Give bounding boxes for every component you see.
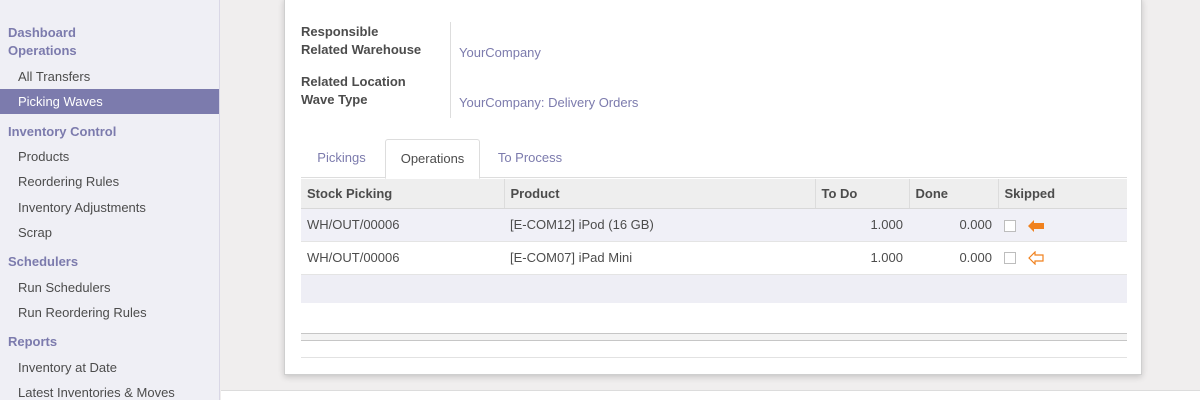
main-content: Responsible Related Warehouse YourCompan… <box>221 0 1200 400</box>
value-related-warehouse[interactable]: YourCompany <box>459 45 541 60</box>
sidebar-item-inventory-at-date[interactable]: Inventory at Date <box>0 355 219 380</box>
cell-skipped <box>998 208 1127 242</box>
tab-pickings[interactable]: Pickings <box>301 139 382 178</box>
sidebar-item-run-reordering-rules[interactable]: Run Reordering Rules <box>0 300 219 325</box>
value-wave-type[interactable]: YourCompany: Delivery Orders <box>459 95 638 110</box>
sidebar-item-reordering-rules[interactable]: Reordering Rules <box>0 169 219 194</box>
notebook-tabs: Pickings Operations To Process <box>301 139 1127 179</box>
bottom-strip <box>221 390 1200 400</box>
arrow-left-filled-icon[interactable] <box>1027 219 1044 232</box>
sidebar: Dashboard Operations All Transfers Picki… <box>0 0 220 400</box>
cell-done: 0.000 <box>909 208 998 242</box>
cell-stock-picking: WH/OUT/00006 <box>301 208 504 242</box>
table-row[interactable]: WH/OUT/00006 [E-COM07] iPad Mini 1.000 0… <box>301 241 1127 275</box>
skipped-checkbox[interactable] <box>1004 219 1016 232</box>
section-separator <box>301 333 1127 341</box>
table-footer-row <box>301 274 1127 303</box>
table-header-row: Stock Picking Product To Do Done Skipped <box>301 179 1127 209</box>
skipped-checkbox[interactable] <box>1004 252 1016 265</box>
operations-table: Stock Picking Product To Do Done Skipped… <box>301 179 1127 303</box>
arrow-left-outline-icon[interactable] <box>1027 251 1044 266</box>
cell-to-do: 1.000 <box>815 208 909 242</box>
form-sheet: Responsible Related Warehouse YourCompan… <box>284 0 1142 375</box>
table-footer-cell <box>301 274 1127 303</box>
label-related-location: Related Location <box>301 74 406 89</box>
cell-product: [E-COM12] iPod (16 GB) <box>504 208 815 242</box>
col-header-skipped[interactable]: Skipped <box>997 179 1127 209</box>
section-rule <box>301 357 1127 358</box>
col-header-product[interactable]: Product <box>503 179 815 209</box>
sidebar-item-all-transfers[interactable]: All Transfers <box>0 64 219 89</box>
sidebar-item-picking-waves[interactable]: Picking Waves <box>0 89 219 114</box>
sidebar-header-inventory-control[interactable]: Inventory Control <box>0 124 116 140</box>
sidebar-item-products[interactable]: Products <box>0 144 219 169</box>
cell-done: 0.000 <box>909 241 998 275</box>
tab-operations[interactable]: Operations <box>385 139 480 179</box>
label-related-warehouse: Related Warehouse <box>301 42 422 57</box>
sidebar-header-reports[interactable]: Reports <box>0 334 57 350</box>
cell-to-do: 1.000 <box>815 241 909 275</box>
col-header-done[interactable]: Done <box>908 179 998 209</box>
sidebar-item-run-schedulers[interactable]: Run Schedulers <box>0 275 219 300</box>
sidebar-header-operations[interactable]: Operations <box>0 43 77 59</box>
cell-stock-picking: WH/OUT/00006 <box>301 241 504 275</box>
sidebar-header-dashboard[interactable]: Dashboard <box>0 25 76 41</box>
tab-to-process[interactable]: To Process <box>483 139 577 178</box>
sidebar-item-inventory-adjustments[interactable]: Inventory Adjustments <box>0 195 219 220</box>
cell-skipped <box>998 241 1127 275</box>
cell-product: [E-COM07] iPad Mini <box>504 241 815 275</box>
sidebar-header-schedulers[interactable]: Schedulers <box>0 254 78 270</box>
label-wave-type: Wave Type <box>301 92 368 107</box>
field-divider <box>450 22 451 118</box>
sidebar-item-latest-inventories-moves[interactable]: Latest Inventories & Moves <box>0 380 219 400</box>
sidebar-item-scrap[interactable]: Scrap <box>0 220 219 245</box>
table-row[interactable]: WH/OUT/00006 [E-COM12] iPod (16 GB) 1.00… <box>301 208 1127 242</box>
col-header-stock-picking[interactable]: Stock Picking <box>301 179 504 209</box>
label-responsible: Responsible <box>301 24 379 39</box>
col-header-to-do[interactable]: To Do <box>814 179 909 209</box>
